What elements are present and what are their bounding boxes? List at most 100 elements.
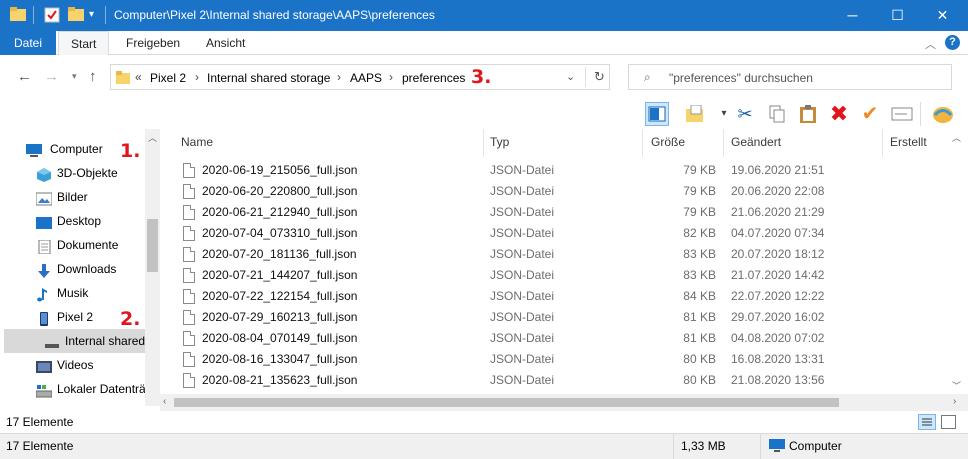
search-input[interactable]: ⌕ "preferences" durchsuchen — [628, 64, 952, 90]
file-name: 2020-08-21_135623_full.json — [202, 373, 358, 387]
breadcrumb-internal-storage[interactable]: Internal shared storage — [207, 71, 330, 85]
scroll-down-icon[interactable]: ﹀ — [952, 379, 961, 392]
properties-icon[interactable] — [44, 7, 60, 26]
refresh-icon[interactable]: ↻ — [594, 69, 605, 85]
column-divider[interactable] — [483, 129, 484, 157]
back-arrow-icon[interactable]: ← — [17, 68, 32, 85]
maximize-icon[interactable]: ☐ — [875, 0, 920, 31]
sidebar-item-internal-shared[interactable]: Internal shared — [4, 329, 145, 353]
item-count: 17 Elemente — [6, 439, 74, 453]
file-row[interactable]: 2020-06-19_215056_full.json JSON-Datei 79 … — [160, 160, 950, 181]
column-size[interactable]: Größe — [651, 135, 685, 149]
column-divider[interactable] — [882, 129, 883, 157]
sidebar-item-desktop[interactable]: Desktop — [0, 209, 145, 233]
tab-view[interactable]: Ansicht — [194, 31, 257, 55]
json-file-icon — [183, 226, 195, 241]
rename-icon[interactable] — [890, 102, 914, 126]
tab-start[interactable]: Start — [58, 31, 110, 56]
file-modified: 19.06.2020 21:51 — [731, 163, 825, 177]
recent-locations-icon[interactable]: ▾ — [72, 71, 77, 82]
shell-icon[interactable] — [931, 102, 955, 126]
column-created[interactable]: Erstellt — [890, 135, 927, 149]
json-file-icon — [183, 289, 195, 304]
scroll-right-icon[interactable]: › — [953, 396, 956, 407]
sidebar-scroll-thumb[interactable] — [147, 219, 158, 272]
scroll-up-icon[interactable]: ︿ — [952, 131, 961, 144]
separator — [33, 6, 34, 24]
music-icon — [36, 286, 52, 302]
column-modified[interactable]: Geändert — [731, 135, 781, 149]
preview-pane-icon[interactable] — [645, 102, 669, 126]
file-size: 80 KB — [683, 352, 716, 366]
column-type[interactable]: Typ — [490, 135, 509, 149]
column-name[interactable]: Name — [181, 135, 213, 149]
file-size: 82 KB — [683, 226, 716, 240]
toolbar: ▾ ✂ ✖ ✔ — [0, 99, 968, 129]
column-divider[interactable] — [723, 129, 724, 157]
large-icons-view-icon[interactable] — [941, 415, 956, 429]
sidebar-item-label: Downloads — [57, 262, 117, 276]
scroll-up-icon[interactable]: ︿ — [148, 131, 157, 144]
sidebar-item-bilder[interactable]: Bilder — [0, 185, 145, 209]
forward-arrow-icon[interactable]: → — [44, 68, 59, 85]
check-icon[interactable]: ✔ — [858, 102, 882, 126]
breadcrumb-preferences[interactable]: preferences — [402, 71, 465, 85]
file-row[interactable]: 2020-07-20_181136_full.json JSON-Datei 83 … — [160, 244, 950, 265]
separator — [920, 102, 921, 126]
minimize-icon[interactable]: ─ — [830, 0, 875, 31]
separator — [760, 434, 761, 459]
file-row[interactable]: 2020-06-20_220800_full.json JSON-Datei 79 … — [160, 181, 950, 202]
breadcrumb-pixel2[interactable]: Pixel 2 — [150, 71, 186, 85]
sidebar-item-label: Bilder — [57, 190, 88, 204]
breadcrumb-aaps[interactable]: AAPS — [350, 71, 382, 85]
scroll-left-icon[interactable]: ‹ — [163, 396, 166, 407]
details-view-icon[interactable] — [918, 414, 936, 430]
sidebar-item-musik[interactable]: Musik — [0, 281, 145, 305]
file-row[interactable]: 2020-08-16_133047_full.json JSON-Datei 80 … — [160, 349, 950, 370]
file-modified: 21.08.2020 13:56 — [731, 373, 825, 387]
downloads-icon — [36, 262, 52, 278]
file-row[interactable]: 2020-07-22_122154_full.json JSON-Datei 84 … — [160, 286, 950, 307]
file-row[interactable]: 2020-07-21_144207_full.json JSON-Datei 83 … — [160, 265, 950, 286]
file-type: JSON-Datei — [490, 310, 555, 324]
computer-icon — [26, 142, 42, 157]
file-row[interactable]: 2020-07-29_160213_full.json JSON-Datei 81 … — [160, 307, 950, 328]
sidebar-item-dokumente[interactable]: Dokumente — [0, 233, 145, 257]
help-icon[interactable]: ? — [945, 35, 960, 50]
file-size: 80 KB — [683, 373, 716, 387]
new-item-icon[interactable] — [683, 102, 707, 126]
column-divider[interactable] — [642, 129, 643, 157]
status-bar-bottom: 17 Elemente 1,33 MB Computer — [0, 433, 968, 459]
file-list-horizontal-scrollbar[interactable]: ‹ › — [160, 394, 968, 411]
file-list-vertical-scrollbar[interactable]: ︿ ﹀ — [948, 129, 965, 394]
delete-icon[interactable]: ✖ — [827, 102, 851, 126]
close-icon[interactable]: ✕ — [920, 0, 965, 31]
chevron-right-icon[interactable]: › — [337, 70, 341, 84]
tab-share[interactable]: Freigeben — [114, 31, 192, 55]
new-folder-icon[interactable] — [68, 7, 84, 24]
chevron-right-icon[interactable]: › — [195, 70, 199, 84]
copy-icon[interactable] — [765, 102, 789, 126]
address-bar[interactable]: « Pixel 2 › Internal shared storage › AA… — [110, 64, 610, 90]
overflow-crumb[interactable]: « — [135, 70, 142, 84]
sidebar-item-videos[interactable]: Videos — [0, 353, 145, 377]
horizontal-scroll-thumb[interactable] — [174, 398, 839, 407]
paste-icon[interactable] — [796, 102, 820, 126]
quick-access-dropdown-icon[interactable]: ▾ — [89, 9, 94, 20]
address-dropdown-icon[interactable]: ⌄ — [566, 70, 575, 83]
navigation-pane: Computer 3D-Objekte Bilder Desktop Dokumente… — [0, 129, 160, 406]
file-row[interactable]: 2020-08-04_070149_full.json JSON-Datei 81 … — [160, 328, 950, 349]
file-row[interactable]: 2020-08-21_135623_full.json JSON-Datei 80 … — [160, 370, 950, 391]
tab-file[interactable]: Datei — [0, 31, 57, 55]
file-row[interactable]: 2020-06-21_212940_full.json JSON-Datei 79 … — [160, 202, 950, 223]
json-file-icon — [183, 184, 195, 199]
chevron-right-icon[interactable]: › — [389, 70, 393, 84]
up-arrow-icon[interactable]: ↑ — [89, 68, 97, 85]
collapse-ribbon-icon[interactable]: ︿ — [925, 36, 936, 52]
cut-icon[interactable]: ✂ — [733, 102, 757, 126]
sidebar-item-label: Computer — [50, 142, 103, 156]
sidebar-item-downloads[interactable]: Downloads — [0, 257, 145, 281]
sidebar-item-lokaler-datentr-[interactable]: Lokaler Datenträ — [0, 377, 145, 401]
sidebar-item-3d-objekte[interactable]: 3D-Objekte — [0, 161, 145, 185]
file-row[interactable]: 2020-07-04_073310_full.json JSON-Datei 82 … — [160, 223, 950, 244]
